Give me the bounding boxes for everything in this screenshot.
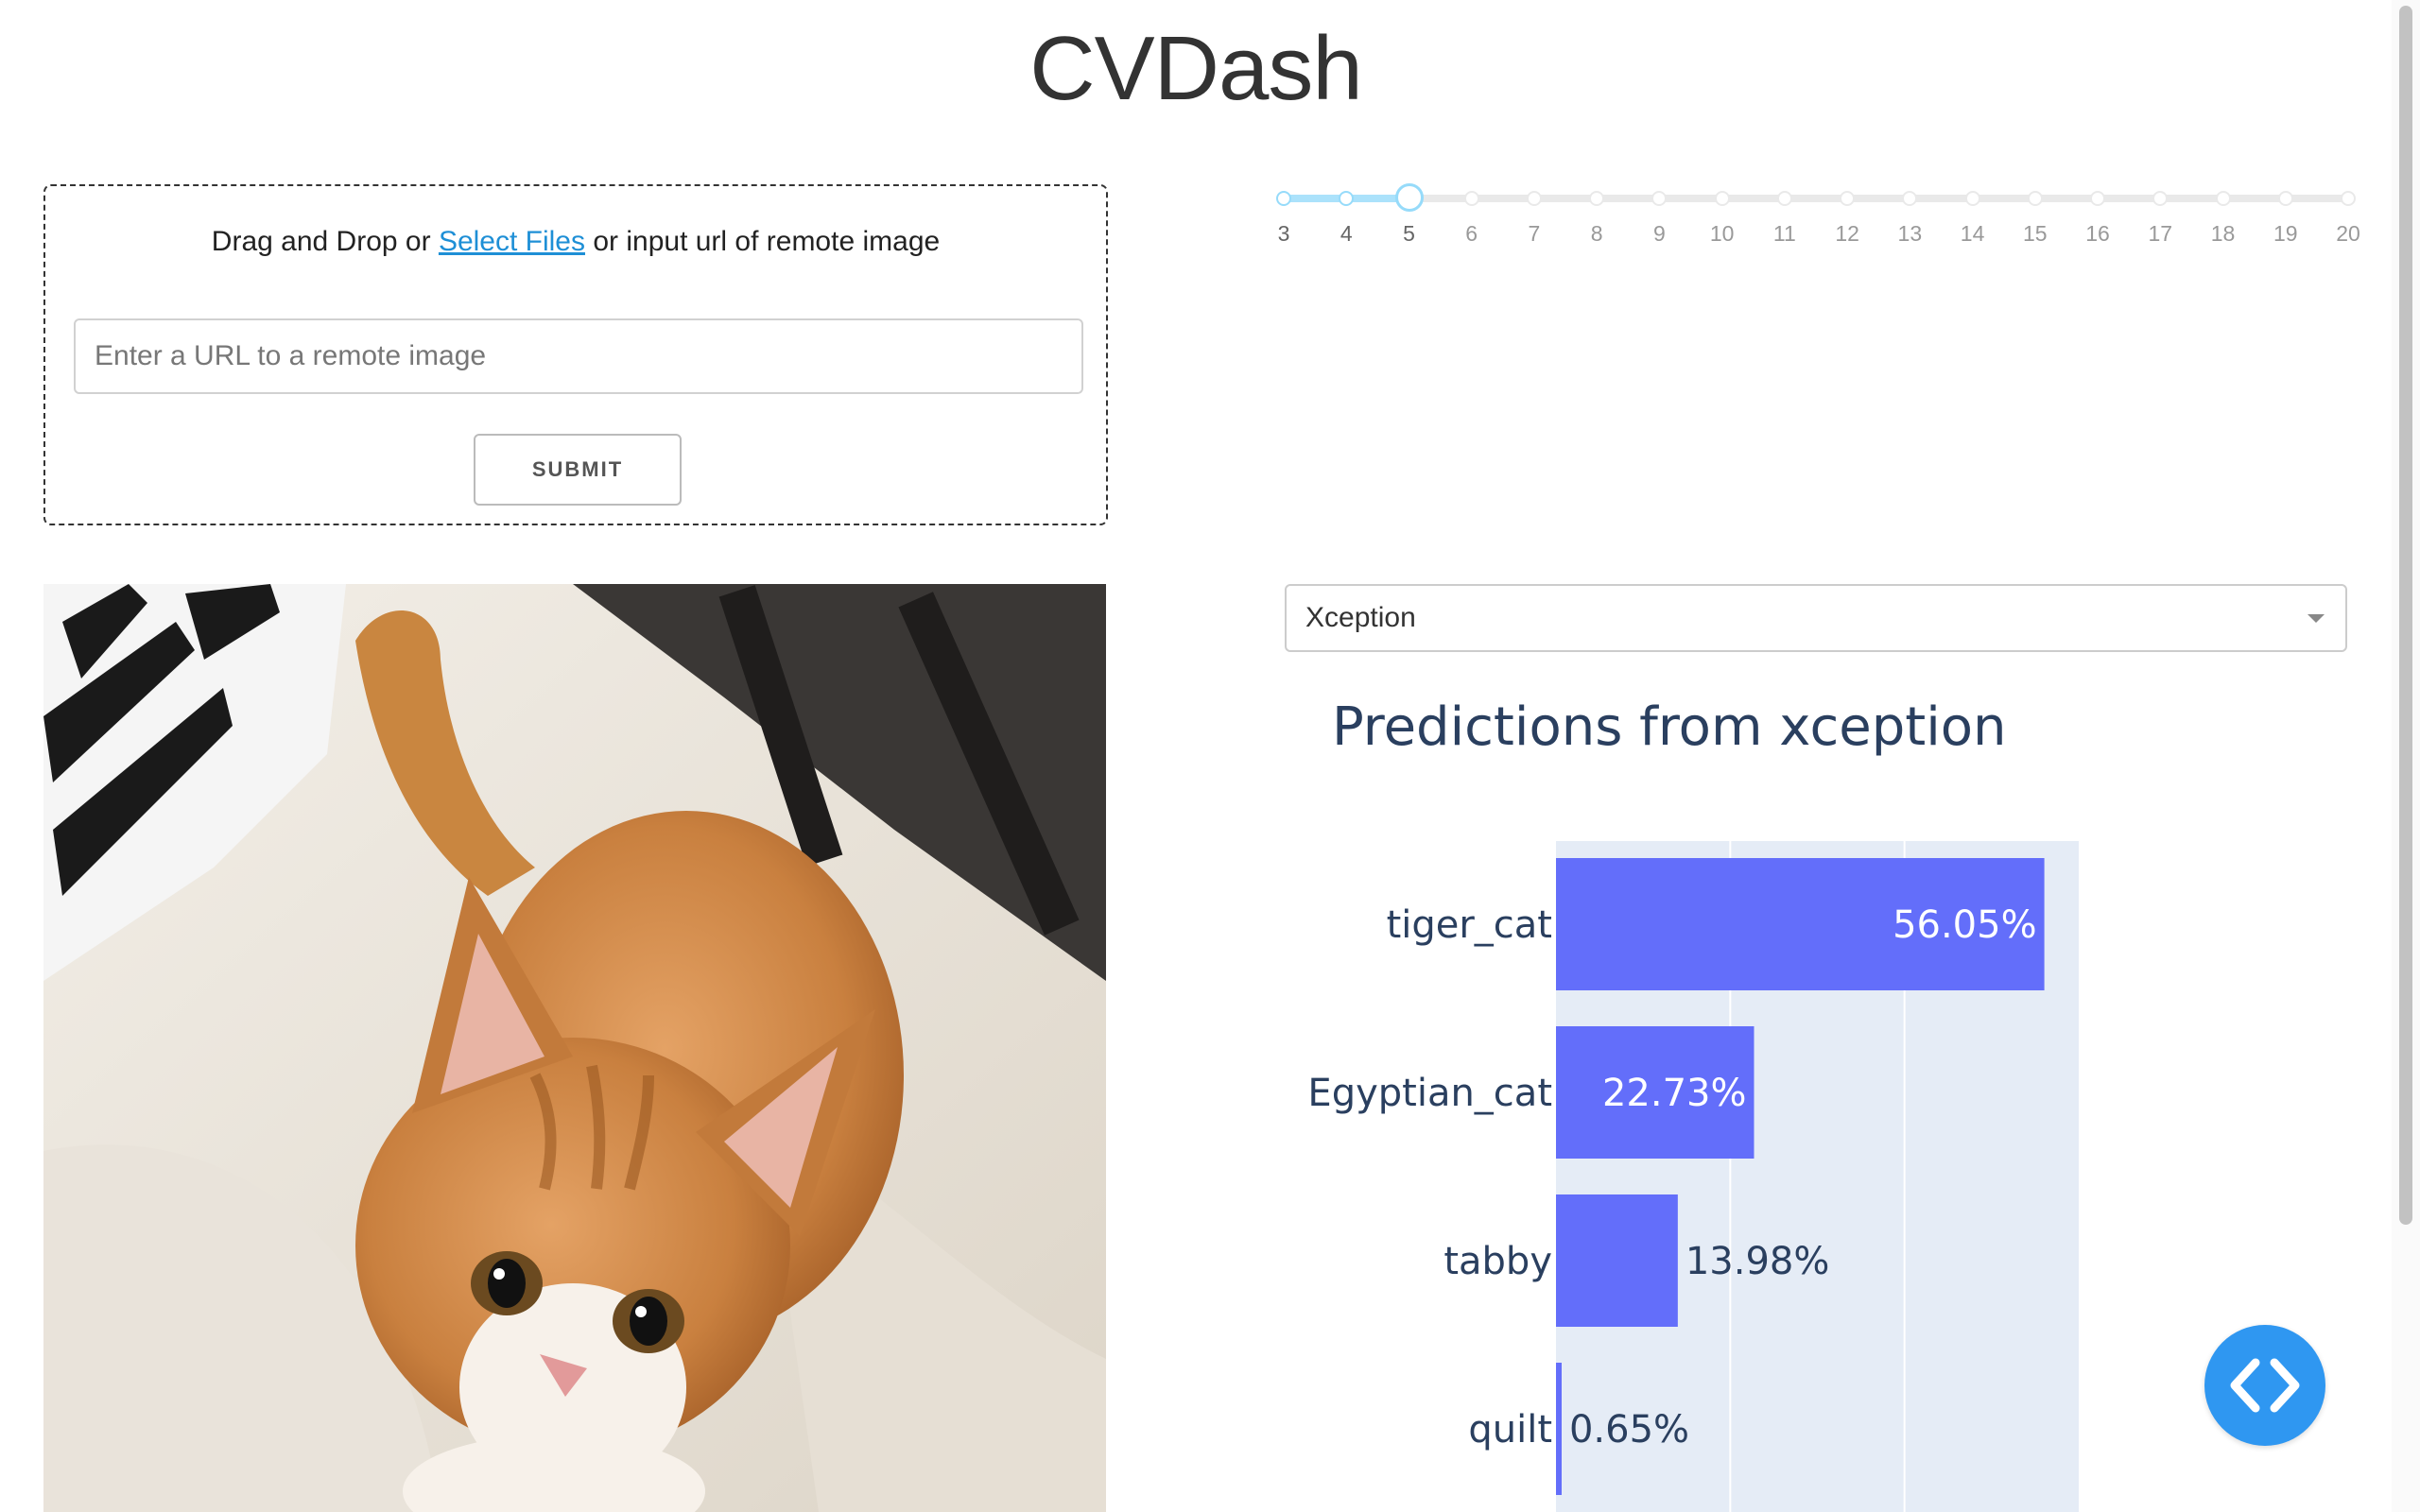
slider-mark-label[interactable]: 7 [1529, 221, 1541, 247]
slider-dot[interactable] [2090, 191, 2106, 206]
slider-mark-label[interactable]: 19 [2273, 221, 2298, 247]
chevron-down-icon[interactable] [2308, 614, 2325, 623]
slider-dot[interactable] [1463, 191, 1479, 206]
slider-mark-label[interactable]: 13 [1898, 221, 1923, 247]
category-label: tiger_cat [1387, 903, 1552, 947]
select-files-link[interactable]: Select Files [439, 226, 585, 257]
app-title: CVDash [1029, 18, 1362, 119]
bar-value-label: 0.65% [1569, 1408, 1689, 1452]
slider-mark-label[interactable]: 10 [1710, 221, 1735, 247]
model-select[interactable]: Xception [1285, 584, 2347, 652]
bar[interactable] [1556, 1363, 1562, 1495]
slider-dot[interactable] [2341, 191, 2356, 206]
slider-mark-label[interactable]: 16 [2085, 221, 2110, 247]
bar-value-label: 22.73% [1602, 1072, 1747, 1115]
slider-mark-label[interactable]: 15 [2023, 221, 2048, 247]
page: CVDash Drag and Drop or Select Files or … [0, 0, 2420, 1512]
slider-mark-label[interactable]: 14 [1961, 221, 1985, 247]
slider-mark-label[interactable]: 18 [2211, 221, 2236, 247]
submit-button[interactable]: SUBMIT [474, 434, 682, 506]
slider-mark-label[interactable]: 12 [1835, 221, 1859, 247]
model-select-value: Xception [1305, 602, 1416, 633]
slider-handle[interactable] [1395, 183, 1425, 212]
page-scrollbar[interactable] [2392, 0, 2420, 1512]
slider-dot[interactable] [1964, 191, 1980, 206]
slider-dot[interactable] [1902, 191, 1918, 206]
scrollbar-thumb[interactable] [2399, 6, 2412, 1225]
chart-title: Predictions from xception [1332, 696, 2007, 758]
upload-text-before: Drag and Drop or [211, 226, 431, 257]
slider-dot[interactable] [1651, 191, 1668, 206]
slider-dot[interactable] [1840, 191, 1856, 206]
slider-mark-label[interactable]: 20 [2336, 221, 2360, 247]
upload-dropzone[interactable]: Drag and Drop or Select Files or input u… [43, 184, 1108, 525]
url-input[interactable] [74, 318, 1083, 394]
slider-dot[interactable] [2277, 191, 2293, 206]
category-label: quilt [1468, 1408, 1552, 1452]
slider-dot[interactable] [1339, 191, 1355, 206]
slider-mark-label[interactable]: 9 [1653, 221, 1666, 247]
slider-mark-label[interactable]: 5 [1403, 221, 1415, 247]
top-n-slider[interactable]: 3 4 5 6 7 8 9 10 11 12 13 14 15 16 17 18 19 20 [1267, 180, 2363, 255]
slider-mark-label[interactable]: 6 [1465, 221, 1478, 247]
slider-mark-label[interactable]: 3 [1278, 221, 1290, 247]
slider-dot[interactable] [1714, 191, 1730, 206]
slider-dot[interactable] [2152, 191, 2169, 206]
toggle-code-button[interactable] [2204, 1325, 2325, 1446]
slider-mark-label[interactable]: 11 [1773, 221, 1796, 247]
predictions-chart: Predictions from xception tiger_cat 56.05… [1285, 680, 2362, 1512]
slider-dot[interactable] [1276, 191, 1291, 206]
slider-mark-label[interactable]: 8 [1591, 221, 1603, 247]
slider-dot[interactable] [2027, 191, 2043, 206]
code-icon [2230, 1358, 2300, 1413]
slider-mark-label[interactable]: 4 [1340, 221, 1353, 247]
category-label: Egyptian_cat [1307, 1072, 1552, 1115]
slider-mark-label[interactable]: 17 [2148, 221, 2172, 247]
bar[interactable] [1556, 1194, 1678, 1327]
slider-dot[interactable] [1589, 191, 1605, 206]
bar-value-label: 56.05% [1893, 903, 2037, 947]
uploaded-cat-image [43, 584, 1106, 1512]
upload-instructions: Drag and Drop or Select Files or input u… [45, 226, 1106, 258]
upload-text-after: or input url of remote image [593, 226, 941, 257]
slider-rail[interactable] [1284, 195, 2348, 202]
category-label: tabby [1443, 1240, 1552, 1283]
bar-value-label: 13.98% [1685, 1240, 1830, 1283]
slider-dot[interactable] [2215, 191, 2231, 206]
predictions-chart-svg: Predictions from xception tiger_cat 56.05… [1307, 696, 2079, 1512]
slider-dot[interactable] [1776, 191, 1792, 206]
slider-dot[interactable] [1526, 191, 1542, 206]
